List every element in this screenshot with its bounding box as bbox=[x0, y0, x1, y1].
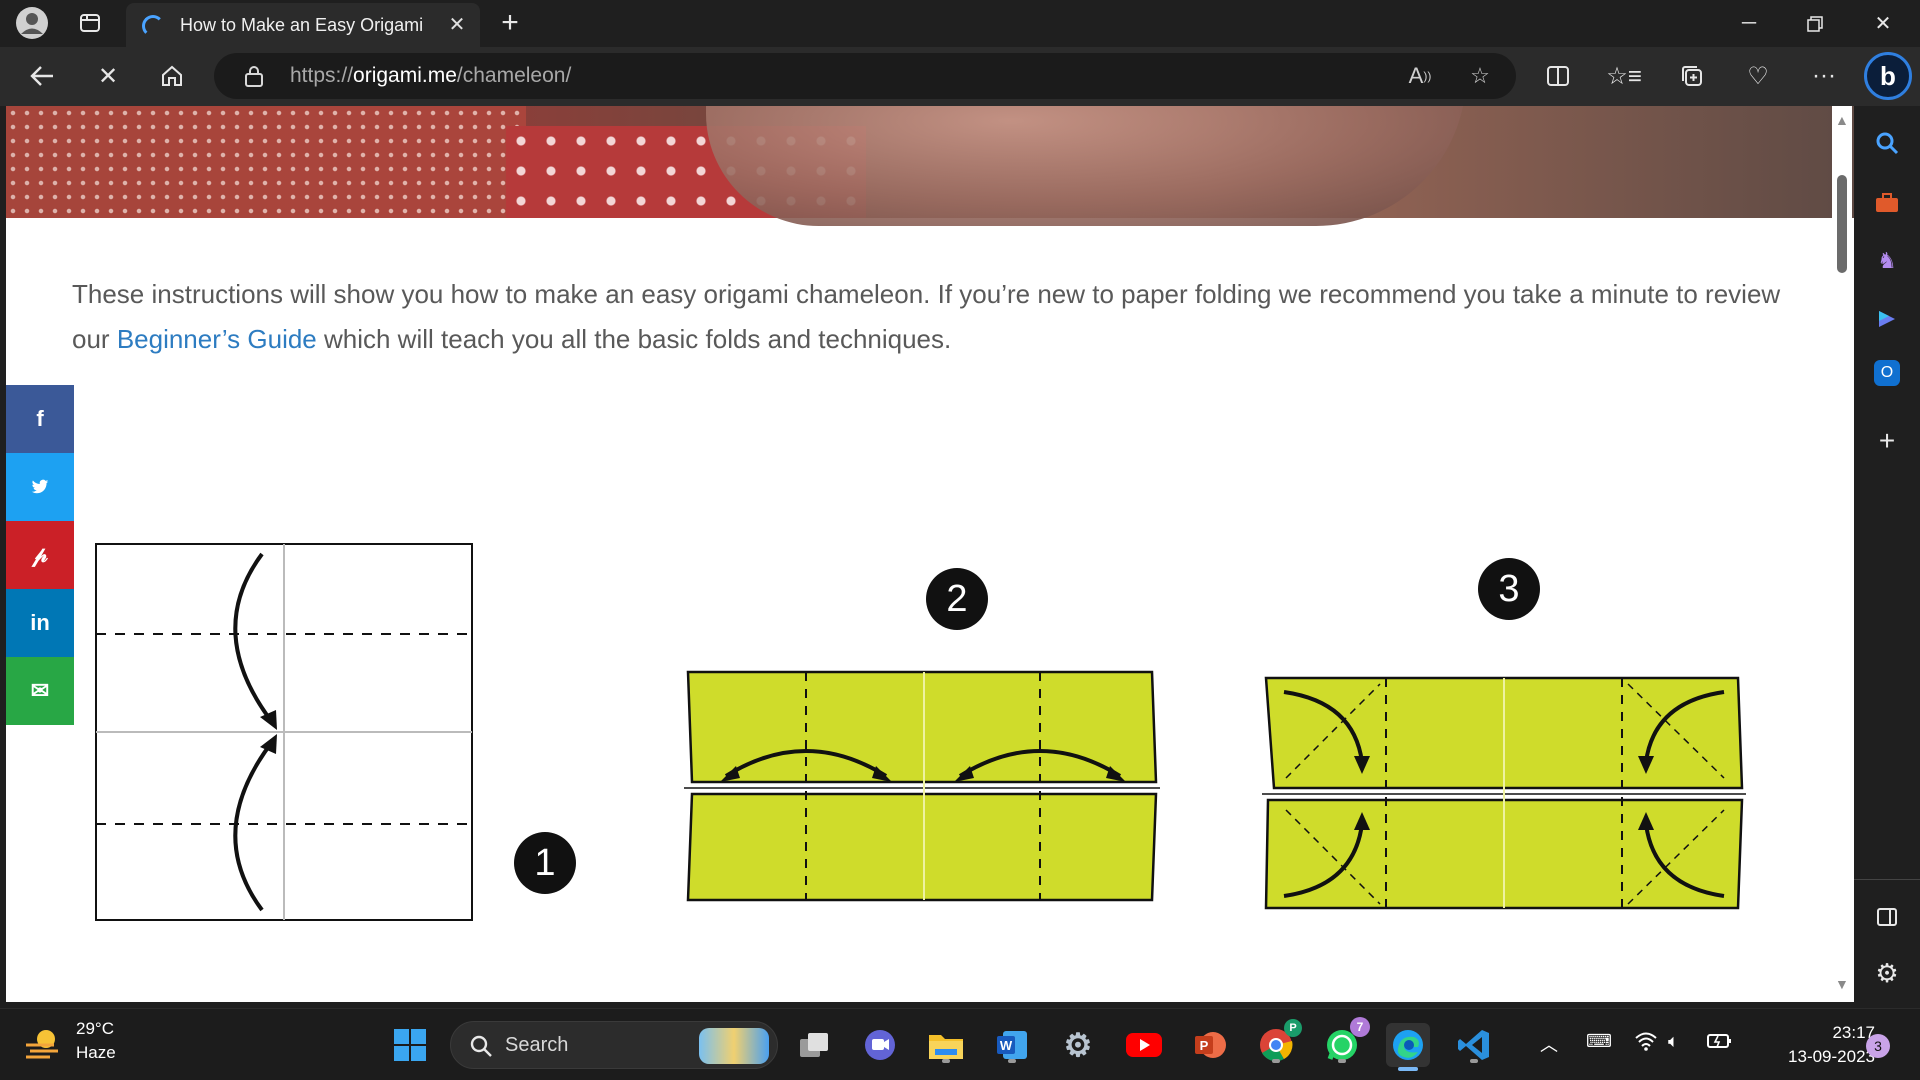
task-view-icon[interactable] bbox=[792, 1023, 836, 1067]
tab-active[interactable]: How to Make an Easy Origami Cl ✕ bbox=[126, 3, 480, 47]
sidebar-toggle-icon[interactable] bbox=[1870, 900, 1904, 934]
whatsapp-running-indicator bbox=[1338, 1059, 1346, 1063]
edge-icon[interactable] bbox=[1386, 1023, 1430, 1071]
chrome-profile-badge: P bbox=[1284, 1019, 1302, 1037]
step-1-diagram bbox=[95, 543, 473, 921]
address-bar[interactable]: https://origami.me/chameleon/ A)) ☆ bbox=[214, 53, 1516, 99]
volume-icon[interactable]: 🔈︎ bbox=[1668, 1031, 1679, 1052]
taskbar: 29°C Haze Search W ⚙ P P 7 ︿ ⌨ 🔈︎ 23:17 … bbox=[0, 1008, 1920, 1080]
edge-sidebar: ♞ O + ⚙ bbox=[1854, 106, 1920, 1006]
whatsapp-badge: 7 bbox=[1350, 1017, 1370, 1037]
address-toolbar: ✕ https://origami.me/chameleon/ A)) ☆ ☆≡… bbox=[0, 47, 1920, 106]
new-tab-icon[interactable]: + bbox=[490, 6, 530, 40]
home-icon[interactable] bbox=[150, 56, 194, 96]
search-highlight-icon bbox=[699, 1028, 769, 1064]
search-icon bbox=[470, 1035, 492, 1057]
svg-text:W: W bbox=[1000, 1038, 1013, 1053]
favorite-star-icon[interactable]: ☆ bbox=[1460, 60, 1500, 92]
sidebar-games-icon[interactable]: ♞ bbox=[1870, 244, 1904, 278]
sidebar-settings-icon[interactable]: ⚙ bbox=[1870, 956, 1904, 990]
scrollbar-thumb[interactable] bbox=[1837, 175, 1847, 273]
browser-essentials-icon[interactable]: ♡ bbox=[1736, 56, 1780, 96]
split-screen-icon[interactable] bbox=[1536, 56, 1580, 96]
keyboard-icon[interactable]: ⌨ bbox=[1586, 1031, 1612, 1052]
vscode-icon[interactable] bbox=[1452, 1023, 1496, 1067]
clock[interactable]: 23:17 13-09-2023 bbox=[1745, 1021, 1875, 1069]
tab-title: How to Make an Easy Origami Cl bbox=[180, 14, 425, 35]
page-content: These instructions will show you how to … bbox=[6, 106, 1854, 1002]
stop-loading-icon[interactable]: ✕ bbox=[86, 56, 130, 96]
chrome-icon[interactable]: P bbox=[1254, 1019, 1302, 1067]
sidebar-copilot-icon[interactable] bbox=[1870, 302, 1904, 336]
whatsapp-icon[interactable]: 7 bbox=[1320, 1017, 1370, 1067]
collections-icon[interactable] bbox=[1670, 56, 1714, 96]
wifi-icon[interactable] bbox=[1634, 1031, 1658, 1056]
beginners-guide-link[interactable]: Beginner’s Guide bbox=[117, 324, 317, 354]
share-twitter-button[interactable] bbox=[6, 453, 74, 521]
sidebar-search-icon[interactable] bbox=[1870, 126, 1904, 160]
file-explorer-icon[interactable] bbox=[924, 1023, 968, 1067]
read-aloud-icon[interactable]: A)) bbox=[1400, 60, 1440, 92]
search-label: Search bbox=[505, 1034, 569, 1056]
sidebar-divider bbox=[1854, 879, 1920, 880]
share-pinterest-button[interactable]: 𝓅 bbox=[6, 521, 74, 589]
intro-text-2: which will teach you all the basic folds… bbox=[316, 324, 952, 354]
file-explorer-running-indicator bbox=[942, 1059, 950, 1063]
step-2-number: 2 bbox=[926, 568, 988, 630]
scroll-down-icon[interactable]: ▼ bbox=[1835, 976, 1849, 992]
sidebar-outlook-icon[interactable]: O bbox=[1874, 360, 1900, 386]
powerpoint-icon[interactable]: P bbox=[1188, 1023, 1232, 1067]
title-bar: How to Make an Easy Origami Cl ✕ + ─ ✕ bbox=[0, 0, 1920, 47]
back-icon[interactable] bbox=[20, 56, 64, 96]
profile-icon[interactable] bbox=[12, 6, 52, 40]
tab-close-icon[interactable]: ✕ bbox=[444, 12, 470, 38]
intro-paragraph: These instructions will show you how to … bbox=[72, 272, 1802, 362]
start-button[interactable] bbox=[388, 1023, 432, 1067]
vscode-running-indicator bbox=[1470, 1059, 1478, 1063]
hero-image bbox=[6, 106, 1854, 226]
loading-spinner-icon bbox=[142, 15, 164, 37]
sidebar-tools-icon[interactable] bbox=[1870, 186, 1904, 220]
notification-badge[interactable]: 3 bbox=[1866, 1034, 1890, 1058]
hero-hand bbox=[706, 106, 1466, 226]
scroll-up-icon[interactable]: ▲ bbox=[1835, 112, 1849, 128]
more-options-icon[interactable]: ··· bbox=[1802, 56, 1846, 96]
edge-active-indicator bbox=[1398, 1067, 1418, 1071]
clock-time: 23:17 bbox=[1832, 1023, 1875, 1042]
step-2-diagram bbox=[684, 670, 1160, 902]
tab-actions-icon[interactable] bbox=[70, 6, 110, 40]
url-text[interactable]: https://origami.me/chameleon/ bbox=[290, 64, 571, 88]
chrome-running-indicator bbox=[1272, 1059, 1280, 1063]
teams-chat-icon[interactable] bbox=[858, 1023, 902, 1067]
svg-text:P: P bbox=[1200, 1038, 1209, 1053]
minimize-icon[interactable]: ─ bbox=[1716, 0, 1782, 47]
weather-desc: Haze bbox=[76, 1043, 116, 1062]
word-icon[interactable]: W bbox=[990, 1023, 1034, 1067]
bing-copilot-icon[interactable]: b bbox=[1864, 52, 1912, 100]
url-scheme: https:// bbox=[290, 64, 354, 87]
show-hidden-icons-icon[interactable]: ︿ bbox=[1540, 1031, 1558, 1057]
share-facebook-button[interactable]: f bbox=[6, 385, 74, 453]
hero-paper-pattern bbox=[6, 106, 526, 218]
step-3-diagram bbox=[1262, 676, 1746, 910]
share-email-button[interactable]: ✉ bbox=[6, 657, 74, 725]
lock-icon[interactable] bbox=[244, 65, 264, 87]
clock-date: 13-09-2023 bbox=[1788, 1047, 1875, 1066]
url-path: /chameleon/ bbox=[456, 64, 572, 87]
step-3-number: 3 bbox=[1478, 558, 1540, 620]
url-host: origami.me bbox=[353, 64, 457, 87]
sidebar-add-icon[interactable]: + bbox=[1870, 424, 1904, 458]
restore-icon[interactable] bbox=[1782, 0, 1848, 47]
close-window-icon[interactable]: ✕ bbox=[1850, 0, 1916, 47]
word-running-indicator bbox=[1008, 1059, 1016, 1063]
weather-haze-icon bbox=[26, 1030, 58, 1059]
youtube-icon[interactable] bbox=[1122, 1023, 1166, 1067]
favorites-icon[interactable]: ☆≡ bbox=[1602, 56, 1646, 96]
settings-app-icon[interactable]: ⚙ bbox=[1056, 1023, 1100, 1067]
battery-icon[interactable] bbox=[1706, 1031, 1734, 1056]
taskbar-search[interactable]: Search bbox=[450, 1021, 778, 1069]
weather-temp: 29°C bbox=[76, 1019, 114, 1038]
step-1-number: 1 bbox=[514, 832, 576, 894]
share-linkedin-button[interactable]: in bbox=[6, 589, 74, 657]
